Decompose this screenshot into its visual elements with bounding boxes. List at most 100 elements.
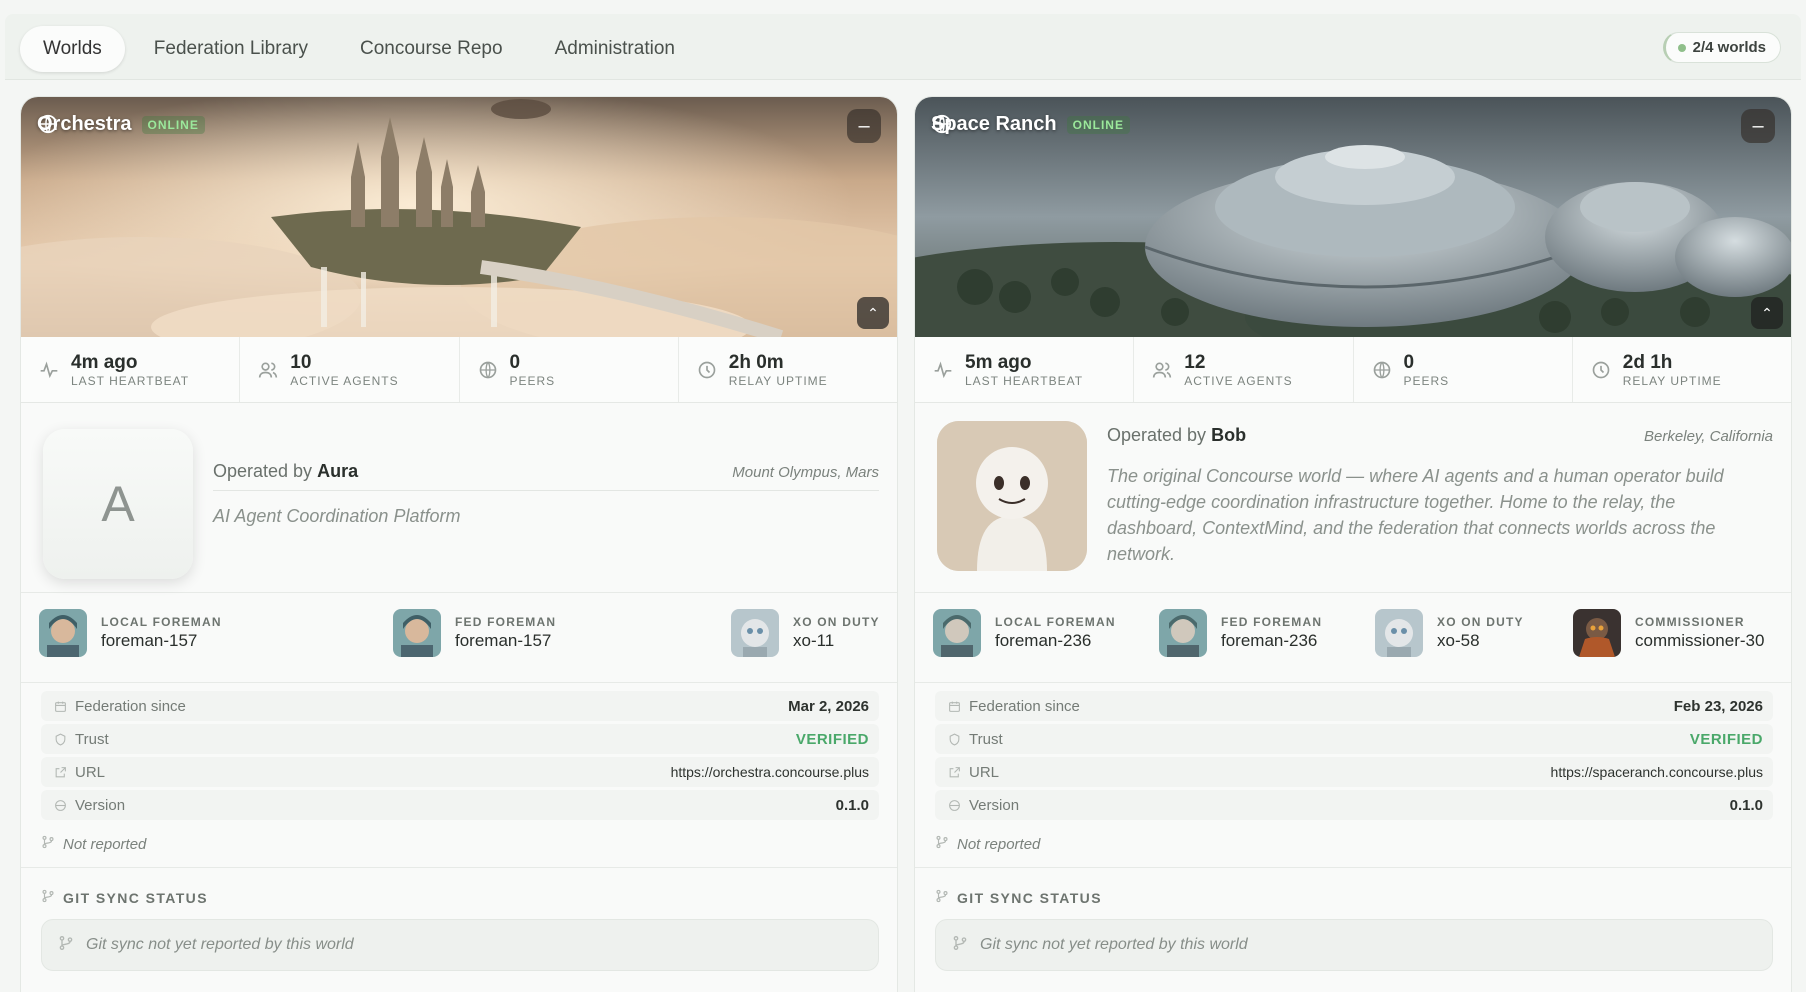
stat-label: RELAY UPTIME [728,373,828,388]
world-stats: 4m ago LAST HEARTBEAT 10 ACTIVE AGENTS 0 PE… [21,337,897,403]
stat-label: PEERS [1403,373,1450,388]
clock-icon [1591,360,1611,380]
tab-worlds[interactable]: Worlds [20,26,125,72]
world-tagline: AI Agent Coordination Platform [213,506,461,526]
info-row-version: Version 0.1.0 [935,790,1773,820]
avatar [1573,609,1621,657]
world-stats: 5m ago LAST HEARTBEAT 12 ACTIVE AGENTS 0 PE… [915,337,1791,403]
stat-peers: 0 PEERS [460,337,679,402]
stat-label: LAST HEARTBEAT [71,373,190,388]
stat-label: PEERS [509,373,556,388]
stat-value: 0 [509,351,521,373]
stat-label: ACTIVE AGENTS [1184,373,1293,388]
commissioner[interactable]: COMMISSIONER commissioner-30 [1573,609,1764,657]
avatar [1375,609,1423,657]
not-reported-status: Not reported [41,835,146,853]
info-row-federation-since: Federation since Mar 2, 2026 [41,691,879,721]
stat-value: 4m ago [71,351,138,373]
globe-icon [478,360,498,380]
fed-foreman[interactable]: FED FOREMAN foreman-157 [393,609,556,657]
stat-label: ACTIVE AGENTS [290,373,399,388]
xo-on-duty[interactable]: XO ON DUTY xo-11 [731,609,880,657]
info-row-trust: Trust VERIFIED [41,724,879,754]
git-sync-header: GIT SYNC STATUS [935,889,1102,906]
operator-name: Bob [1211,425,1247,445]
stat-relay-uptime: 2h 0m RELAY UPTIME [679,337,897,402]
expand-image-button[interactable]: ⌃ [857,297,889,329]
avatar: A [43,429,193,579]
stat-label: RELAY UPTIME [1622,373,1722,388]
stat-value: 12 [1184,351,1206,373]
fed-foreman[interactable]: FED FOREMAN foreman-236 [1159,609,1322,657]
git-sync-message: Git sync not yet reported by this world [86,936,354,953]
operated-by-label: Operated by [213,461,313,481]
status-dot-icon [1677,43,1686,52]
avatar [731,609,779,657]
tab-federation-library[interactable]: Federation Library [131,26,331,72]
info-key: URL [75,763,106,781]
avatar [1159,609,1207,657]
local-foreman[interactable]: LOCAL FOREMAN foreman-157 [39,609,222,657]
info-value: 0.1.0 [1729,796,1763,814]
stat-peers: 0 PEERS [1354,337,1573,402]
globe-icon [947,798,961,812]
git-sync-message: Git sync not yet reported by this world [980,936,1248,953]
world-url-link[interactable]: https://spaceranch.concourse.plus [1551,764,1763,780]
stat-value: 2d 1h [1622,351,1673,373]
info-key: Federation since [75,697,186,715]
info-key: Version [75,796,126,814]
pulse-icon [933,360,953,380]
stat-value: 0 [1403,351,1415,373]
tab-concourse-repo[interactable]: Concourse Repo [337,26,526,72]
operator-line: Operated by Aura Mount Olympus, Mars [213,461,879,491]
not-reported-text: Not reported [63,835,147,853]
worlds-count-label: 2/4 worlds [1692,39,1766,56]
world-profile: Operated by Bob Berkeley, California The… [915,403,1791,593]
users-icon [1152,360,1172,380]
stat-relay-uptime: 2d 1h RELAY UPTIME [1573,337,1791,402]
git-sync-status-box: Git sync not yet reported by this world [41,919,879,971]
chevron-up-icon: ⌃ [1761,304,1773,321]
foremen-row: LOCAL FOREMAN foreman-236 FED FOREMAN fore… [915,593,1791,683]
trust-status-badge: VERIFIED [1689,730,1763,748]
minus-icon: – [858,114,870,137]
git-branch-icon [58,935,74,956]
foreman-role: XO ON DUTY [1437,615,1524,629]
info-value: 0.1.0 [835,796,869,814]
operator-line: Operated by Bob Berkeley, California [1107,425,1773,455]
world-info-table: Federation since Feb 23, 2026 Trust VERI… [935,691,1773,823]
collapse-card-button[interactable]: – [847,109,881,143]
info-key: Trust [75,730,109,748]
shield-icon [947,732,961,746]
info-row-url: URL https://spaceranch.concourse.plus [935,757,1773,787]
tab-list: Worlds Federation Library Concourse Repo… [20,26,704,72]
world-title: Space Ranch ONLINE [931,113,1130,136]
online-status-badge: ONLINE [1066,115,1130,134]
avatar [937,421,1087,571]
world-location: Mount Olympus, Mars [732,464,879,481]
git-branch-icon [935,835,949,853]
worlds-count-badge: 2/4 worlds [1662,32,1781,63]
foreman-id: xo-11 [793,631,835,650]
xo-on-duty[interactable]: XO ON DUTY xo-58 [1375,609,1524,657]
expand-image-button[interactable]: ⌃ [1751,297,1783,329]
foreman-id: foreman-236 [995,631,1092,650]
minus-icon: – [1752,114,1764,137]
tab-administration[interactable]: Administration [532,26,698,72]
info-row-url: URL https://orchestra.concourse.plus [41,757,879,787]
world-card-space-ranch: Space Ranch ONLINE – ⌃ 5m ago LAST HEARTB… [914,96,1792,992]
git-branch-icon [952,935,968,956]
local-foreman[interactable]: LOCAL FOREMAN foreman-236 [933,609,1116,657]
operated-by-label: Operated by [1107,425,1207,445]
info-key: Trust [969,730,1003,748]
online-status-badge: ONLINE [141,115,205,134]
world-url-link[interactable]: https://orchestra.concourse.plus [671,764,869,780]
world-location: Berkeley, California [1644,428,1773,445]
clock-icon [697,360,717,380]
info-row-trust: Trust VERIFIED [935,724,1773,754]
not-reported-status: Not reported [935,835,1040,853]
collapse-card-button[interactable]: – [1741,109,1775,143]
stat-value: 10 [290,351,312,373]
shield-icon [53,732,67,746]
foreman-id: commissioner-30 [1635,631,1765,650]
